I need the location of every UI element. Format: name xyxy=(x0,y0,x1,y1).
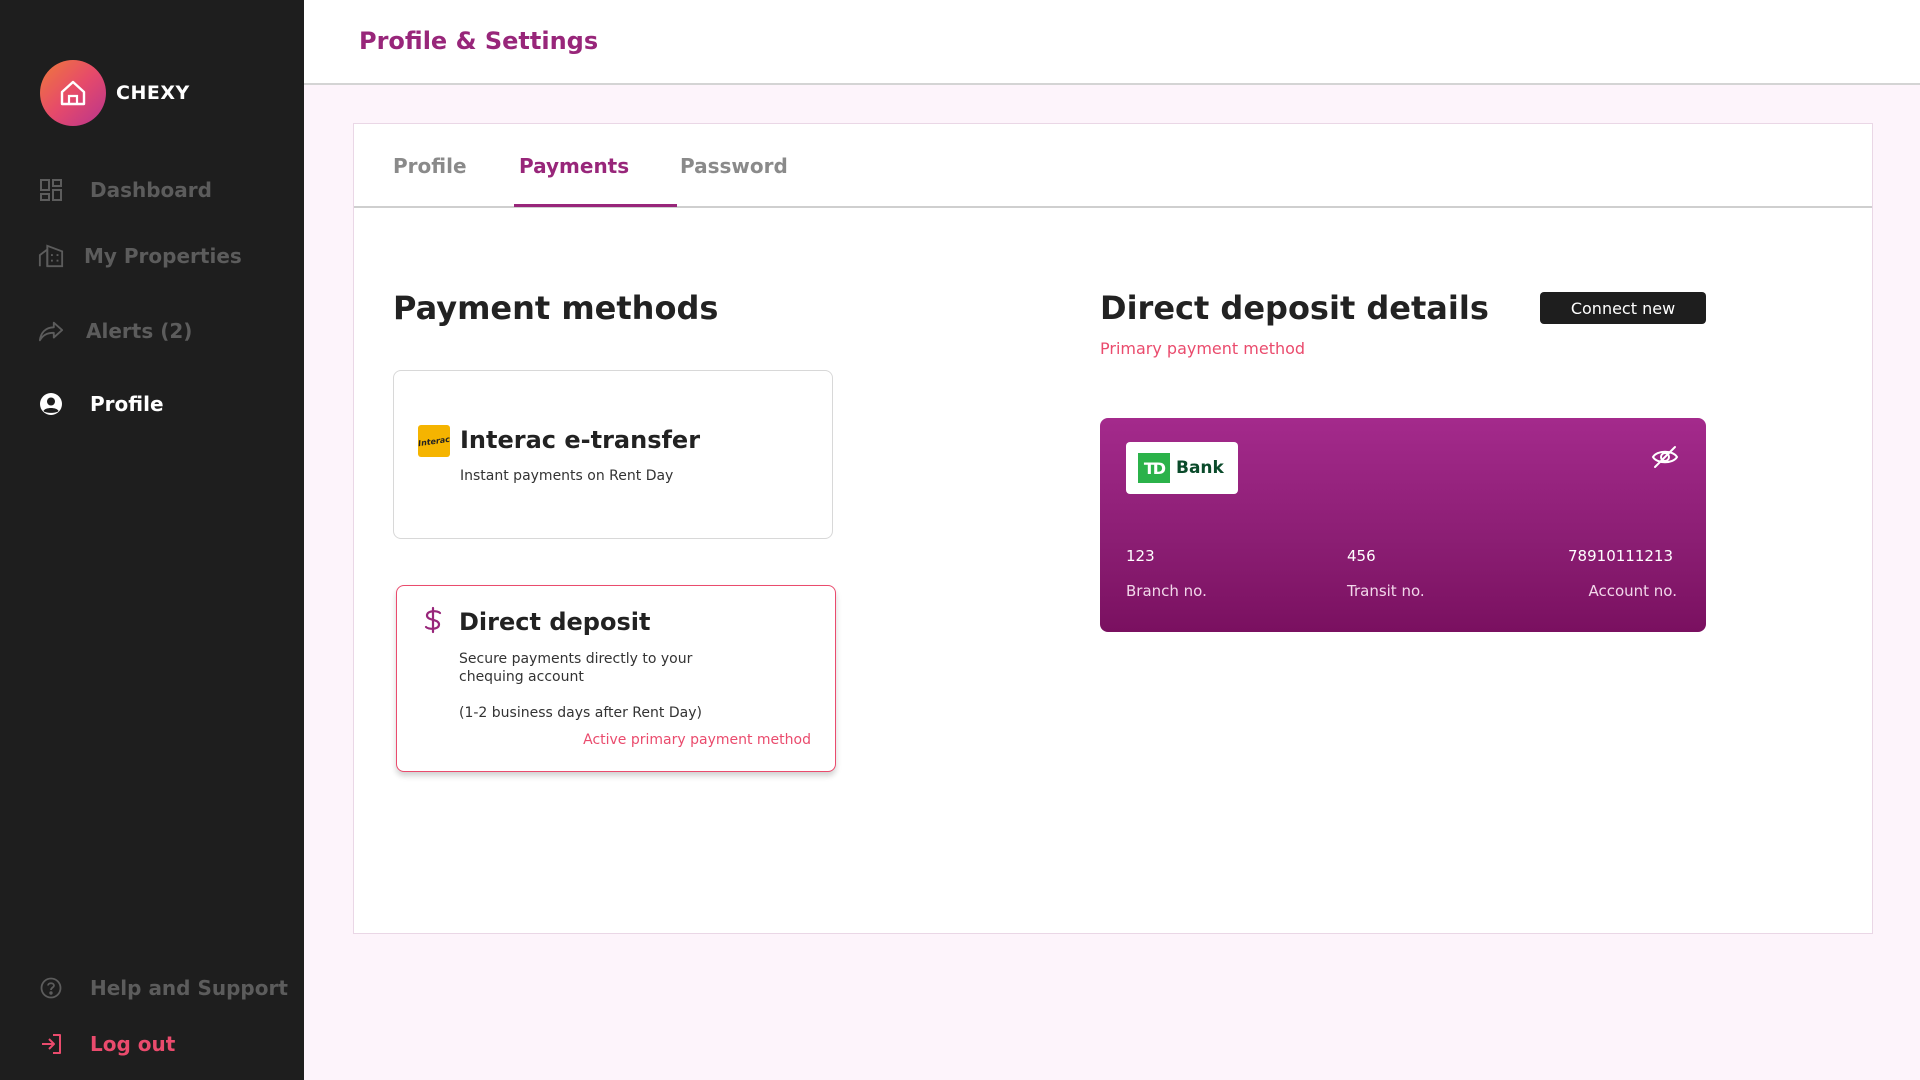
logout-icon xyxy=(38,1031,64,1057)
branch-label: Branch no. xyxy=(1126,582,1207,600)
house-logo-icon xyxy=(40,60,106,126)
tab-bar: Profile Payments Password xyxy=(354,124,1872,208)
primary-method-subtitle: Primary payment method xyxy=(1100,339,1306,358)
header-bar: Profile & Settings xyxy=(304,0,1920,85)
interac-description: Instant payments on Rent Day xyxy=(460,468,674,484)
bank-logo-word: Bank xyxy=(1176,458,1224,478)
connect-new-button[interactable]: Connect new xyxy=(1540,292,1706,324)
interac-logo-icon: Interac xyxy=(418,425,450,457)
help-circle-icon xyxy=(38,975,64,1001)
direct-deposit-title: Direct deposit xyxy=(459,608,651,636)
building-icon xyxy=(38,243,64,269)
interac-method-card[interactable]: Interac Interac e-transfer Instant payme… xyxy=(393,370,833,539)
sidebar-item-dashboard[interactable]: Dashboard xyxy=(38,177,212,203)
direct-deposit-method-card[interactable]: Direct deposit Secure payments directly … xyxy=(396,585,836,772)
active-status-label: Active primary payment method xyxy=(583,732,811,748)
sidebar-item-profile[interactable]: Profile xyxy=(38,391,164,417)
payment-methods-title: Payment methods xyxy=(393,289,719,327)
dollar-icon xyxy=(422,606,444,638)
dashboard-icon xyxy=(38,177,64,203)
td-bank-logo: TD Bank xyxy=(1126,442,1238,494)
transit-label: Transit no. xyxy=(1347,582,1425,600)
brand[interactable]: CHEXY xyxy=(40,60,190,126)
account-number: 78910111213 xyxy=(1568,547,1673,565)
sidebar-item-label: Dashboard xyxy=(90,178,212,202)
logout-button[interactable]: Log out xyxy=(38,1031,175,1057)
interac-logo-text: Interac xyxy=(418,434,450,448)
logout-label: Log out xyxy=(90,1032,176,1056)
interac-title: Interac e-transfer xyxy=(460,426,701,454)
td-logo-mark: TD xyxy=(1138,453,1170,483)
sidebar-item-my-properties[interactable]: My Properties xyxy=(38,243,242,269)
eye-off-icon[interactable] xyxy=(1650,442,1680,472)
sidebar-item-label: My Properties xyxy=(84,244,242,268)
brand-name: CHEXY xyxy=(116,82,190,104)
tab-payments[interactable]: Payments xyxy=(519,154,629,178)
sidebar-item-label: Alerts (2) xyxy=(86,319,193,343)
sidebar-item-help[interactable]: Help and Support xyxy=(38,975,288,1001)
sidebar-item-label: Profile xyxy=(90,392,164,416)
direct-deposit-description: Secure payments directly to your chequin… xyxy=(459,651,693,685)
sidebar-item-alerts[interactable]: Alerts (2) xyxy=(38,318,192,344)
settings-panel: Profile Payments Password Payment method… xyxy=(353,123,1873,934)
active-tab-indicator xyxy=(514,204,677,207)
branch-number: 123 xyxy=(1126,547,1155,565)
share-arrow-icon xyxy=(38,318,64,344)
page-title: Profile & Settings xyxy=(359,27,599,55)
transit-number: 456 xyxy=(1347,547,1376,565)
bank-account-card: TD Bank 123 Branch no. 456 Transit no. 7… xyxy=(1100,418,1706,632)
tab-profile[interactable]: Profile xyxy=(393,154,467,178)
direct-deposit-details-title: Direct deposit details xyxy=(1100,289,1489,327)
user-circle-icon xyxy=(38,391,64,417)
help-label: Help and Support xyxy=(90,976,288,1000)
account-label: Account no. xyxy=(1588,582,1677,600)
sidebar: CHEXY Dashboard My Properties Alerts (2) xyxy=(0,0,304,1080)
tab-password[interactable]: Password xyxy=(680,154,788,178)
direct-deposit-timing: (1-2 business days after Rent Day) xyxy=(459,705,702,721)
